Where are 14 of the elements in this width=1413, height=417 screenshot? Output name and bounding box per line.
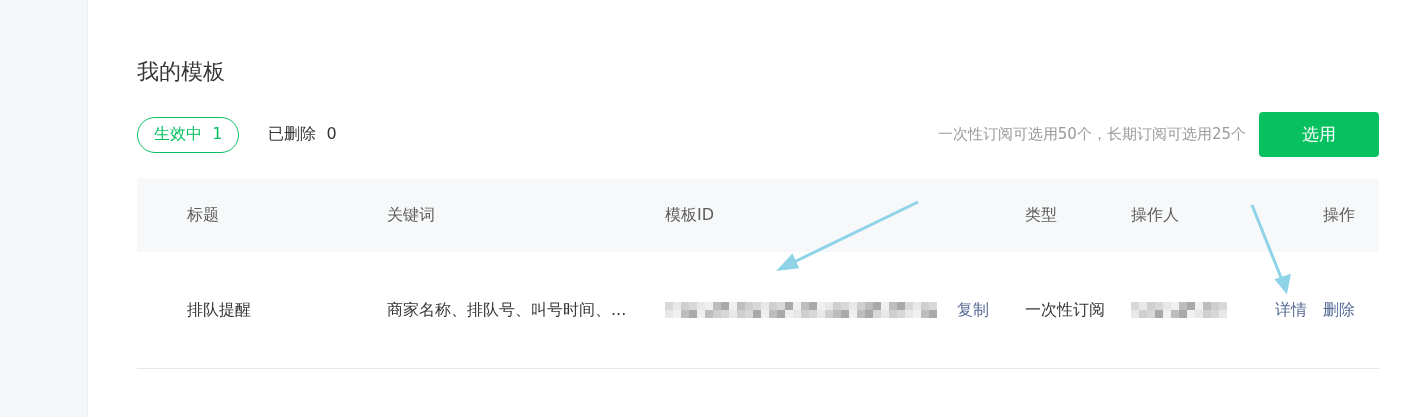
table-cell-text: 一次性订阅 xyxy=(1025,299,1106,321)
action-link[interactable]: 删除 xyxy=(1323,299,1355,321)
copy-link[interactable]: 复制 xyxy=(957,299,989,321)
column-header: 操作 xyxy=(1323,204,1355,226)
table-cell-text: 排队提醒 xyxy=(187,299,252,321)
page-title: 我的模板 xyxy=(137,58,226,86)
table-cell-text: 商家名称、排队号、叫号时间、... xyxy=(387,299,628,321)
column-header: 标题 xyxy=(187,204,219,226)
column-header: 关键词 xyxy=(387,204,435,226)
column-header: 类型 xyxy=(1025,204,1057,226)
action-link[interactable]: 详情 xyxy=(1275,299,1307,321)
quota-note: 一次性订阅可选用50个，长期订阅可选用25个 xyxy=(937,125,1246,144)
column-header: 操作人 xyxy=(1131,204,1179,226)
column-header: 模板ID xyxy=(665,204,715,226)
